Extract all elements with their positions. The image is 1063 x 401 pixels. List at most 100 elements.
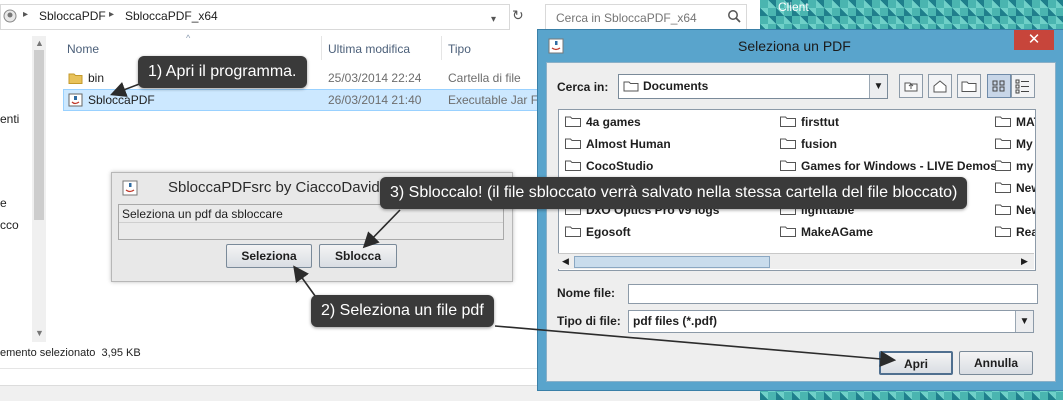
- new-folder-button[interactable]: [957, 74, 981, 98]
- look-in-dropdown[interactable]: Documents ▼: [618, 74, 888, 99]
- select-button[interactable]: Seleziona: [226, 244, 312, 268]
- open-button[interactable]: Apri: [879, 351, 953, 375]
- file-type: Executable Jar File: [448, 93, 551, 107]
- close-button[interactable]: ✕: [1014, 30, 1054, 50]
- file-name: bin: [88, 71, 105, 85]
- folder-icon: [780, 138, 796, 149]
- file-list-item-label: CocoStudio: [586, 159, 654, 173]
- folder-icon: [780, 116, 796, 127]
- breadcrumb-item[interactable]: SbloccaPDF_x64: [125, 9, 218, 23]
- file-list-item[interactable]: 4a games: [565, 115, 641, 133]
- nav-item-fragment[interactable]: e: [0, 196, 7, 210]
- address-bar[interactable]: ▸ SbloccaPDF ▸ SbloccaPDF_x64 ▾: [0, 4, 510, 30]
- file-list-item-label: Egosoft: [586, 225, 631, 239]
- refresh-icon[interactable]: ↻: [512, 7, 528, 25]
- file-list-item[interactable]: New: [995, 181, 1035, 199]
- cancel-button[interactable]: Annulla: [959, 351, 1033, 375]
- file-list-item-label: 4a games: [586, 115, 641, 129]
- scroll-down-icon[interactable]: ▼: [35, 328, 44, 338]
- file-list-item-label: MakeAGame: [801, 225, 874, 239]
- folder-icon: [995, 226, 1011, 237]
- search-input[interactable]: [554, 10, 728, 26]
- breadcrumb-item[interactable]: SbloccaPDF: [39, 9, 106, 23]
- file-chooser-dialog: Seleziona un PDF ✕ Cerca in: Documents ▼…: [537, 29, 1063, 391]
- status-size: 3,95 KB: [101, 347, 141, 359]
- nav-item-fragment[interactable]: enti: [0, 112, 19, 126]
- file-list-item[interactable]: My C: [995, 137, 1035, 155]
- scroll-right-icon[interactable]: ▶: [1021, 256, 1028, 267]
- column-header-name[interactable]: Nome: [67, 42, 99, 56]
- folder-icon: [995, 160, 1011, 171]
- navigation-pane: enti e cco: [0, 36, 32, 338]
- chevron-down-icon[interactable]: ▾: [491, 14, 505, 28]
- unlock-button[interactable]: Sblocca: [319, 244, 397, 268]
- file-list-item[interactable]: MakeAGame: [780, 225, 873, 243]
- column-header-type[interactable]: Tipo: [448, 42, 471, 56]
- selected-file-text: Seleziona un pdf da sbloccare: [122, 207, 283, 221]
- chevron-down-icon[interactable]: ▼: [1015, 311, 1033, 332]
- window-title: SbloccaPDFsrc by CiaccoDavide: [168, 179, 389, 196]
- file-list-item[interactable]: MAT: [995, 115, 1035, 133]
- file-row-selected[interactable]: SbloccaPDF 26/03/2014 21:40 Executable J…: [63, 89, 550, 111]
- file-type-dropdown[interactable]: pdf files (*.pdf) ▼: [628, 310, 1034, 333]
- file-type: Cartella di file: [448, 71, 521, 85]
- file-list-item-label: fusion: [801, 137, 837, 151]
- desktop-icon-label[interactable]: Client: [778, 0, 809, 14]
- folder-icon: [995, 116, 1011, 127]
- file-list-item-label: my g: [1016, 159, 1035, 173]
- scroll-up-icon[interactable]: ▲: [35, 38, 44, 48]
- home-button[interactable]: [928, 74, 952, 98]
- folder-icon: [780, 226, 796, 237]
- file-list-item[interactable]: my g: [995, 159, 1035, 177]
- status-bar-text: emento selezionato 3,95 KB: [0, 347, 141, 359]
- file-list-item-label: New: [1016, 181, 1035, 195]
- file-list-item[interactable]: Egosoft: [565, 225, 631, 243]
- chevron-down-icon[interactable]: ▼: [869, 75, 887, 98]
- file-name: SbloccaPDF: [88, 93, 155, 107]
- folder-icon: [995, 182, 1011, 193]
- details-view-button[interactable]: [1011, 74, 1035, 98]
- breadcrumb-separator-icon: ▸: [23, 9, 29, 20]
- nav-scrollbar-thumb[interactable]: [34, 50, 44, 220]
- scroll-left-icon[interactable]: ◀: [562, 256, 569, 267]
- nav-item-fragment[interactable]: cco: [0, 218, 19, 232]
- up-folder-button[interactable]: [899, 74, 923, 98]
- file-list-item[interactable]: Rea: [995, 225, 1036, 243]
- look-in-label: Cerca in:: [557, 80, 609, 94]
- column-header-modified[interactable]: Ultima modifica: [328, 42, 410, 56]
- folder-icon: [68, 71, 83, 87]
- file-list-item[interactable]: New: [995, 203, 1035, 221]
- file-list-item-label: My C: [1016, 137, 1035, 151]
- pc-icon: [3, 9, 17, 23]
- java-app-icon: [548, 38, 564, 54]
- file-list-item[interactable]: fusion: [780, 137, 837, 155]
- selected-file-field[interactable]: Seleziona un pdf da sbloccare: [118, 204, 504, 240]
- folder-icon: [995, 204, 1011, 215]
- file-list-item[interactable]: Almost Human: [565, 137, 671, 155]
- list-view-button[interactable]: [987, 74, 1011, 98]
- file-list-item-label: Rea: [1016, 225, 1036, 239]
- file-type-label: Tipo di file:: [557, 314, 621, 328]
- file-list-item-label: New: [1016, 203, 1035, 217]
- file-list-item[interactable]: Games for Windows - LIVE Demos: [780, 159, 997, 177]
- folder-icon: [995, 138, 1011, 149]
- file-list-item[interactable]: CocoStudio: [565, 159, 653, 177]
- file-list-item-label: firsttut: [801, 115, 839, 129]
- callout-step1: 1) Apri il programma.: [138, 56, 307, 88]
- file-list-item[interactable]: firsttut: [780, 115, 839, 133]
- file-type-value: pdf files (*.pdf): [633, 314, 717, 328]
- folder-icon: [565, 160, 581, 171]
- search-icon[interactable]: [727, 9, 741, 23]
- horizontal-scrollbar-thumb[interactable]: [574, 256, 770, 268]
- file-list-item-label: Games for Windows - LIVE Demos: [801, 159, 997, 173]
- file-date: 25/03/2014 22:24: [328, 71, 422, 85]
- folder-icon: [780, 160, 796, 171]
- callout-step2: 2) Seleziona un file pdf: [311, 295, 494, 327]
- dialog-title: Seleziona un PDF: [738, 38, 851, 54]
- folder-icon: [565, 116, 581, 127]
- search-field[interactable]: [545, 4, 747, 30]
- file-name-input[interactable]: [628, 284, 1038, 304]
- breadcrumb-separator-icon: ▸: [109, 9, 115, 20]
- folder-icon: [565, 138, 581, 149]
- file-date: 26/03/2014 21:40: [328, 93, 422, 107]
